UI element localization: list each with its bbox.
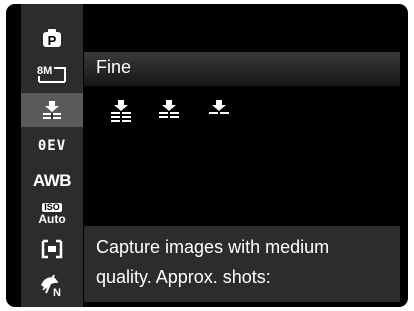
- sidebar-item-metering[interactable]: [21, 232, 83, 266]
- settings-sidebar: P 8M 0EV AWB ISO Auto N: [21, 4, 83, 307]
- quality-icon: [43, 101, 61, 119]
- sidebar-item-iso[interactable]: ISO Auto: [21, 197, 83, 231]
- svg-text:N: N: [53, 287, 61, 297]
- selected-quality-label: Fine: [96, 57, 132, 77]
- color-mode-icon: N: [41, 274, 61, 297]
- quality-options-panel: Fine: [84, 48, 400, 136]
- normal-icon[interactable]: [206, 98, 232, 122]
- image-size-8m-icon: 8M: [37, 65, 66, 83]
- selected-option-bar: Fine: [84, 52, 400, 86]
- program-mode-icon: P: [43, 29, 61, 48]
- svg-text:8M: 8M: [37, 65, 52, 77]
- svg-text:P: P: [48, 33, 57, 48]
- exposure-value-label: 0EV: [37, 138, 67, 154]
- sidebar-item-white-balance[interactable]: AWB: [21, 164, 83, 198]
- white-balance-label: AWB: [32, 171, 72, 190]
- description-line-1: Capture images with medium: [96, 237, 330, 257]
- sidebar-item-image-quality[interactable]: [21, 93, 83, 127]
- super-fine-icon[interactable]: [108, 98, 134, 122]
- sidebar-item-color-mode[interactable]: N: [21, 267, 83, 301]
- metering-icon: [41, 239, 63, 259]
- fine-icon[interactable]: [156, 98, 182, 122]
- sidebar-item-exposure[interactable]: 0EV: [21, 129, 83, 163]
- description-panel: Capture images with medium quality. Appr…: [84, 226, 400, 302]
- sidebar-item-scene-mode[interactable]: P: [21, 21, 83, 55]
- description-line-2: quality. Approx. shots:: [96, 267, 271, 287]
- sidebar-item-image-size[interactable]: 8M: [21, 57, 83, 91]
- iso-icon: ISO Auto: [38, 202, 66, 226]
- camera-screen: P 8M 0EV AWB ISO Auto N Fine Capture ima…: [6, 4, 408, 307]
